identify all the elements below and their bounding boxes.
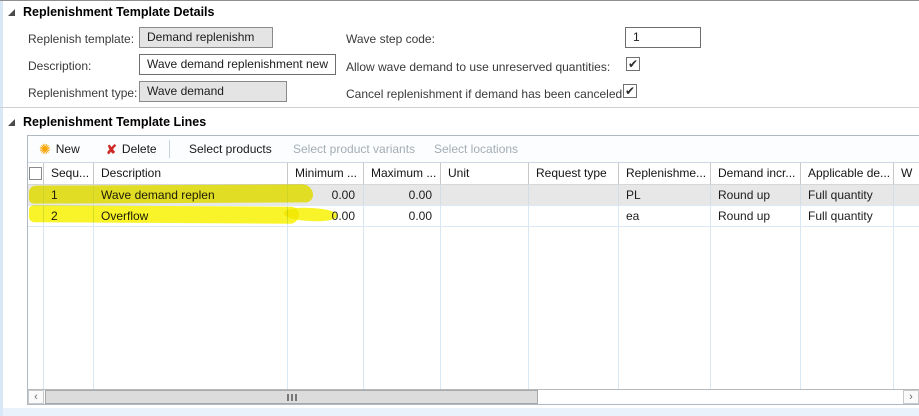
column-gridline (287, 227, 288, 389)
select-all-checkbox[interactable] (29, 167, 42, 180)
column-header-minimum[interactable]: Minimum ... (288, 163, 364, 184)
scroll-right-button[interactable]: › (903, 390, 919, 404)
replenish-template-label: Replenish template: (28, 32, 134, 46)
bottom-edge-strip (3, 408, 919, 416)
scroll-left-button[interactable]: ‹ (28, 390, 44, 404)
scroll-right-icon: › (909, 392, 913, 403)
column-header-wave[interactable]: W (894, 163, 919, 184)
check-icon: ✔ (625, 85, 635, 97)
column-gridline (363, 227, 364, 389)
scrollbar-grip-icon (295, 394, 297, 401)
delete-x-icon: ✘ (106, 143, 117, 156)
cell-description[interactable]: Wave demand replen (94, 185, 288, 205)
horizontal-scrollbar[interactable]: ‹ › (28, 389, 919, 404)
toolbar-separator (169, 140, 170, 158)
column-gridline (618, 227, 619, 389)
new-button[interactable]: ✺ New (39, 136, 80, 162)
replenish-template-field[interactable]: Demand replenishm (139, 27, 273, 48)
delete-button[interactable]: ✘ Delete (106, 136, 157, 162)
left-edge-strip (0, 1, 3, 416)
scrollbar-grip-icon (291, 394, 293, 401)
column-header-demand-increment[interactable]: Demand incr... (711, 163, 801, 184)
lines-panel: ✺ New ✘ Delete Select products Select pr… (27, 135, 919, 405)
cell-wave[interactable] (894, 206, 919, 226)
collapse-arrow-icon[interactable] (8, 9, 15, 16)
column-header-applicable-demand[interactable]: Applicable de... (801, 163, 894, 184)
select-locations-button: Select locations (434, 136, 518, 162)
cancel-replenishment-label: Cancel replenishment if demand has been … (346, 87, 626, 101)
new-button-label: New (56, 142, 80, 156)
description-label: Description: (28, 59, 91, 73)
replenishment-template-form: Replenishment Template Details Replenish… (0, 0, 919, 416)
details-section-header[interactable]: Replenishment Template Details (8, 5, 215, 19)
select-products-label: Select products (189, 142, 272, 156)
column-header-request-type[interactable]: Request type (529, 163, 619, 184)
select-product-variants-button: Select product variants (293, 136, 415, 162)
collapse-arrow-icon[interactable] (8, 119, 15, 126)
scrollbar-thumb[interactable] (45, 390, 538, 404)
cell-replenishment[interactable]: PL (619, 185, 711, 205)
new-starburst-icon: ✺ (39, 142, 51, 156)
scrollbar-grip-icon (287, 394, 289, 401)
table-row[interactable]: 1 Wave demand replen 0.00 0.00 PL Round … (28, 185, 919, 206)
column-gridline (93, 227, 94, 389)
cell-maximum[interactable]: 0.00 (364, 185, 441, 205)
cell-unit[interactable] (441, 185, 529, 205)
top-divider (0, 0, 919, 1)
wave-step-code-field[interactable]: 1 (625, 27, 701, 48)
column-gridline (43, 227, 44, 389)
column-gridline (893, 227, 894, 389)
cell-request-type[interactable] (529, 185, 619, 205)
check-icon: ✔ (628, 58, 638, 70)
select-all-cell[interactable] (28, 163, 44, 184)
cell-sequence[interactable]: 2 (44, 206, 94, 226)
column-header-sequence[interactable]: Sequ... (44, 163, 94, 184)
column-gridline (710, 227, 711, 389)
select-product-variants-label: Select product variants (293, 142, 415, 156)
cell-sequence[interactable]: 1 (44, 185, 94, 205)
column-header-unit[interactable]: Unit (441, 163, 529, 184)
column-gridline (440, 227, 441, 389)
cell-replenishment[interactable]: ea (619, 206, 711, 226)
scroll-left-icon: ‹ (34, 392, 38, 403)
column-header-replenishment[interactable]: Replenishme... (619, 163, 711, 184)
wave-step-code-label: Wave step code: (346, 32, 435, 46)
cell-minimum[interactable]: 0.00 (288, 185, 364, 205)
row-select-cell[interactable] (28, 206, 44, 226)
row-select-cell[interactable] (28, 185, 44, 205)
table-row[interactable]: 2 Overflow 0.00 0.00 ea Round up Full qu… (28, 206, 919, 227)
description-field[interactable]: Wave demand replenishment new (139, 54, 336, 75)
column-gridline (528, 227, 529, 389)
replenishment-type-field[interactable]: Wave demand (139, 81, 287, 102)
select-locations-label: Select locations (434, 142, 518, 156)
details-section-title: Replenishment Template Details (23, 5, 215, 19)
delete-button-label: Delete (122, 142, 157, 156)
column-header-description[interactable]: Description (94, 163, 288, 184)
grid-empty-area (28, 227, 919, 389)
lines-section-header[interactable]: Replenishment Template Lines (8, 115, 206, 129)
grid-header-row: Sequ... Description Minimum ... Maximum … (28, 163, 919, 185)
allow-unreserved-checkbox[interactable]: ✔ (626, 57, 640, 71)
select-products-button[interactable]: Select products (189, 136, 272, 162)
cell-applicable-demand[interactable]: Full quantity (801, 206, 894, 226)
cell-wave[interactable] (894, 185, 919, 205)
column-header-maximum[interactable]: Maximum ... (364, 163, 441, 184)
cell-demand-increment[interactable]: Round up (711, 185, 801, 205)
cell-description[interactable]: Overflow (94, 206, 288, 226)
cell-unit[interactable] (441, 206, 529, 226)
cell-applicable-demand[interactable]: Full quantity (801, 185, 894, 205)
column-gridline (800, 227, 801, 389)
cell-minimum[interactable]: 0.00 (288, 206, 364, 226)
lines-toolbar: ✺ New ✘ Delete Select products Select pr… (28, 136, 919, 163)
cell-demand-increment[interactable]: Round up (711, 206, 801, 226)
section-divider (0, 107, 919, 108)
cancel-replenishment-checkbox[interactable]: ✔ (623, 84, 637, 98)
cell-maximum[interactable]: 0.00 (364, 206, 441, 226)
replenishment-type-label: Replenishment type: (28, 86, 137, 100)
allow-unreserved-label: Allow wave demand to use unreserved quan… (346, 60, 610, 74)
cell-request-type[interactable] (529, 206, 619, 226)
lines-section-title: Replenishment Template Lines (23, 115, 206, 129)
